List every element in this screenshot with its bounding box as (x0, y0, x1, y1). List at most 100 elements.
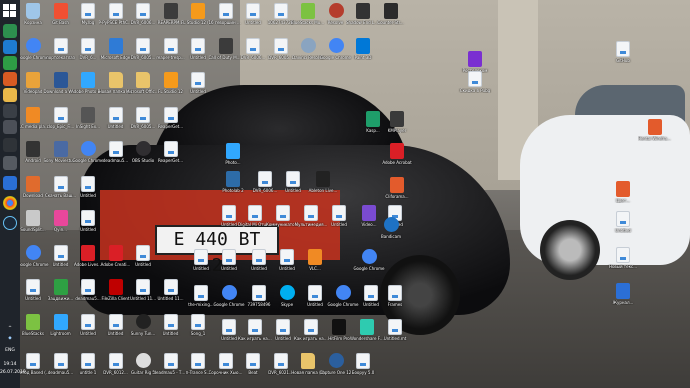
desktop-icon[interactable]: Untitled (130, 244, 156, 274)
taskbar-app-icon[interactable] (3, 24, 17, 38)
desktop-icon[interactable]: Google Chrome (353, 248, 385, 278)
desktop-icon[interactable]: Lightroom (48, 313, 74, 343)
desktop-icon[interactable]: FileZilla Client (101, 278, 130, 308)
desktop-icon[interactable]: Untitled (610, 210, 636, 240)
desktop-icon[interactable]: Adobe Photo Expr... (71, 71, 105, 101)
desktop-icon[interactable]: Зацдвижи... (48, 278, 74, 308)
desktop-icon[interactable]: Untitled (20, 278, 46, 308)
desktop-icon[interactable]: Google Chrome (20, 244, 49, 274)
taskbar-app-icon[interactable] (3, 72, 17, 86)
desktop-icon[interactable]: P-PyPSCE PthCMP (99, 2, 133, 32)
desktop-icon[interactable]: Download a Word doc... (44, 71, 78, 101)
desktop-icon[interactable]: Untitled 11... (130, 278, 156, 308)
desktop-icon[interactable]: ReaperGet... (158, 140, 184, 170)
explorer-icon[interactable] (3, 88, 17, 102)
taskbar-app-icon[interactable] (3, 176, 17, 190)
desktop-icon[interactable]: HitFilm Pro (326, 318, 352, 348)
desktop-icon[interactable]: Call of Duty Modern W... (209, 37, 243, 67)
desktop-icon[interactable]: Untitled (158, 313, 184, 343)
desktop-icon[interactable]: ReaperGet... (158, 106, 184, 136)
desktop-icon[interactable]: Google Chrome (320, 37, 351, 67)
desktop-icon[interactable]: Untitled (216, 248, 242, 278)
taskbar-app-icon[interactable] (3, 104, 17, 118)
desktop-icon[interactable]: Untitled (302, 284, 328, 314)
taskbar-app-icon[interactable] (3, 56, 17, 70)
desktop-icon[interactable]: Untitled (75, 175, 101, 205)
desktop-icon[interactable]: Журнал... (610, 282, 636, 312)
desktop-icon[interactable]: Song_1 (185, 313, 211, 343)
desktop-icon[interactable]: OBS Studio (130, 140, 156, 170)
desktop-icon[interactable]: InSight Ex... (75, 106, 101, 136)
desktop-icon[interactable]: Untitled (48, 244, 74, 274)
desktop-icon[interactable]: KMPlayer (384, 110, 410, 140)
desktop-icon[interactable]: Untitled (75, 313, 101, 343)
desktop-icon[interactable]: Untitled (188, 248, 214, 278)
desktop-icon[interactable]: Google Chrome (327, 284, 359, 314)
desktop-icon[interactable]: Cliforama... (384, 176, 410, 206)
desktop-icon[interactable]: Коммуникатор Mi (266, 204, 300, 234)
desktop-icon[interactable]: Capture One 12 (320, 352, 351, 382)
desktop-icon[interactable]: Adobe Acrobat (382, 142, 412, 172)
desktop-icon[interactable]: VLC media player (20, 106, 50, 136)
desktop-icon[interactable]: Цвет... (610, 180, 636, 210)
language-indicator[interactable]: ENG (0, 348, 20, 354)
desktop-icon[interactable]: Untitled (246, 248, 272, 278)
desktop-icon[interactable]: Untitled (358, 284, 384, 314)
taskbar-app-icon[interactable] (3, 120, 17, 134)
desktop-icon[interactable]: Новый текс... (609, 246, 637, 276)
network-icon[interactable]: ◆ (0, 336, 20, 342)
desktop-icon[interactable]: deadmau5... (103, 140, 129, 170)
desktop-icon[interactable]: Untitled (216, 204, 242, 234)
desktop-icon[interactable]: Бооруу 5.0 (350, 352, 376, 382)
desktop-icon[interactable]: Как играть на гитар... (294, 318, 328, 348)
desktop-icon[interactable]: Как играть на гитар... (238, 318, 272, 348)
desktop-icon[interactable]: Google Chrome (72, 140, 104, 170)
desktop-icon[interactable]: Bandicam (378, 216, 404, 246)
desktop-icon[interactable]: Qyin... (48, 209, 74, 239)
desktop-icon[interactable]: Untitled (240, 2, 266, 32)
desktop-icon[interactable]: Davinci Resolve (292, 37, 324, 67)
desktop-icon[interactable]: Counter-Str... (377, 2, 404, 32)
steam-icon[interactable] (3, 216, 17, 230)
desktop-icon[interactable]: Untitled (216, 318, 242, 348)
desktop-icon[interactable]: Sony Moviestudio (44, 140, 78, 170)
taskbar-app-icon[interactable] (3, 156, 17, 170)
desktop-icon[interactable]: 739758496 (246, 284, 272, 314)
desktop-icon[interactable]: Resolve (323, 2, 349, 32)
desktop-icon[interactable]: портсекаглаз (46, 37, 75, 67)
desktop-icon[interactable]: Untitled (326, 204, 352, 234)
desktop-icon[interactable]: Скачать Ваш... (45, 175, 76, 205)
clock-date[interactable]: 26.07.2019 (0, 370, 26, 376)
desktop-icon[interactable]: DVR_6005... (130, 106, 156, 136)
desktop-icon[interactable]: DVR_6005... (130, 37, 156, 67)
desktop-icon[interactable]: reaper-tresp... (156, 37, 185, 67)
desktop-icon[interactable]: REAPERPM... (158, 2, 184, 32)
desktop-icon[interactable]: DVR_6... (75, 37, 101, 67)
desktop-icon[interactable]: п-Trance S... (185, 352, 211, 382)
desktop-icon[interactable]: Git Bash (48, 2, 74, 32)
desktop-icon[interactable]: Untitled 11... (158, 278, 184, 308)
chrome-icon[interactable] (3, 196, 17, 210)
desktop-icon[interactable]: Kasp... (360, 110, 386, 140)
desktop-icon[interactable]: Beat (240, 352, 266, 382)
desktop-icon[interactable]: deadmau5... (48, 352, 74, 382)
desktop-icon[interactable]: untitle 1 (75, 352, 101, 382)
desktop-icon[interactable]: FL Studio 12 (158, 71, 184, 101)
desktop-icon[interactable]: Сорочник Хьюстон... (209, 352, 243, 382)
desktop-icon[interactable]: Google Chrome (20, 37, 49, 67)
desktop-icon[interactable]: DVR_6021... (268, 352, 294, 382)
start-button[interactable] (3, 4, 17, 18)
desktop-icon[interactable]: Новая папка (3) (99, 71, 132, 101)
desktop-icon[interactable]: DVR_6006... (252, 170, 278, 200)
desktop-icon[interactable]: Untitled (270, 318, 296, 348)
desktop-icon[interactable]: deadmau5... (75, 278, 101, 308)
desktop-icon[interactable]: BlueStacks (20, 313, 46, 343)
desktop-icon[interactable]: clop_Epic_Fi... (47, 106, 74, 136)
desktop-icon[interactable]: Untitled (103, 106, 129, 136)
desktop-icon[interactable]: VLC... (302, 248, 328, 278)
tray-chevron-icon[interactable]: ^ (0, 326, 20, 332)
desktop-icon[interactable]: DVR_6012... (103, 352, 129, 382)
desktop-icon[interactable]: Microsoft Office... (126, 71, 160, 101)
desktop-icon[interactable]: Sunny Tun... (130, 313, 156, 343)
desktop-icon[interactable]: GitHub (610, 40, 636, 70)
